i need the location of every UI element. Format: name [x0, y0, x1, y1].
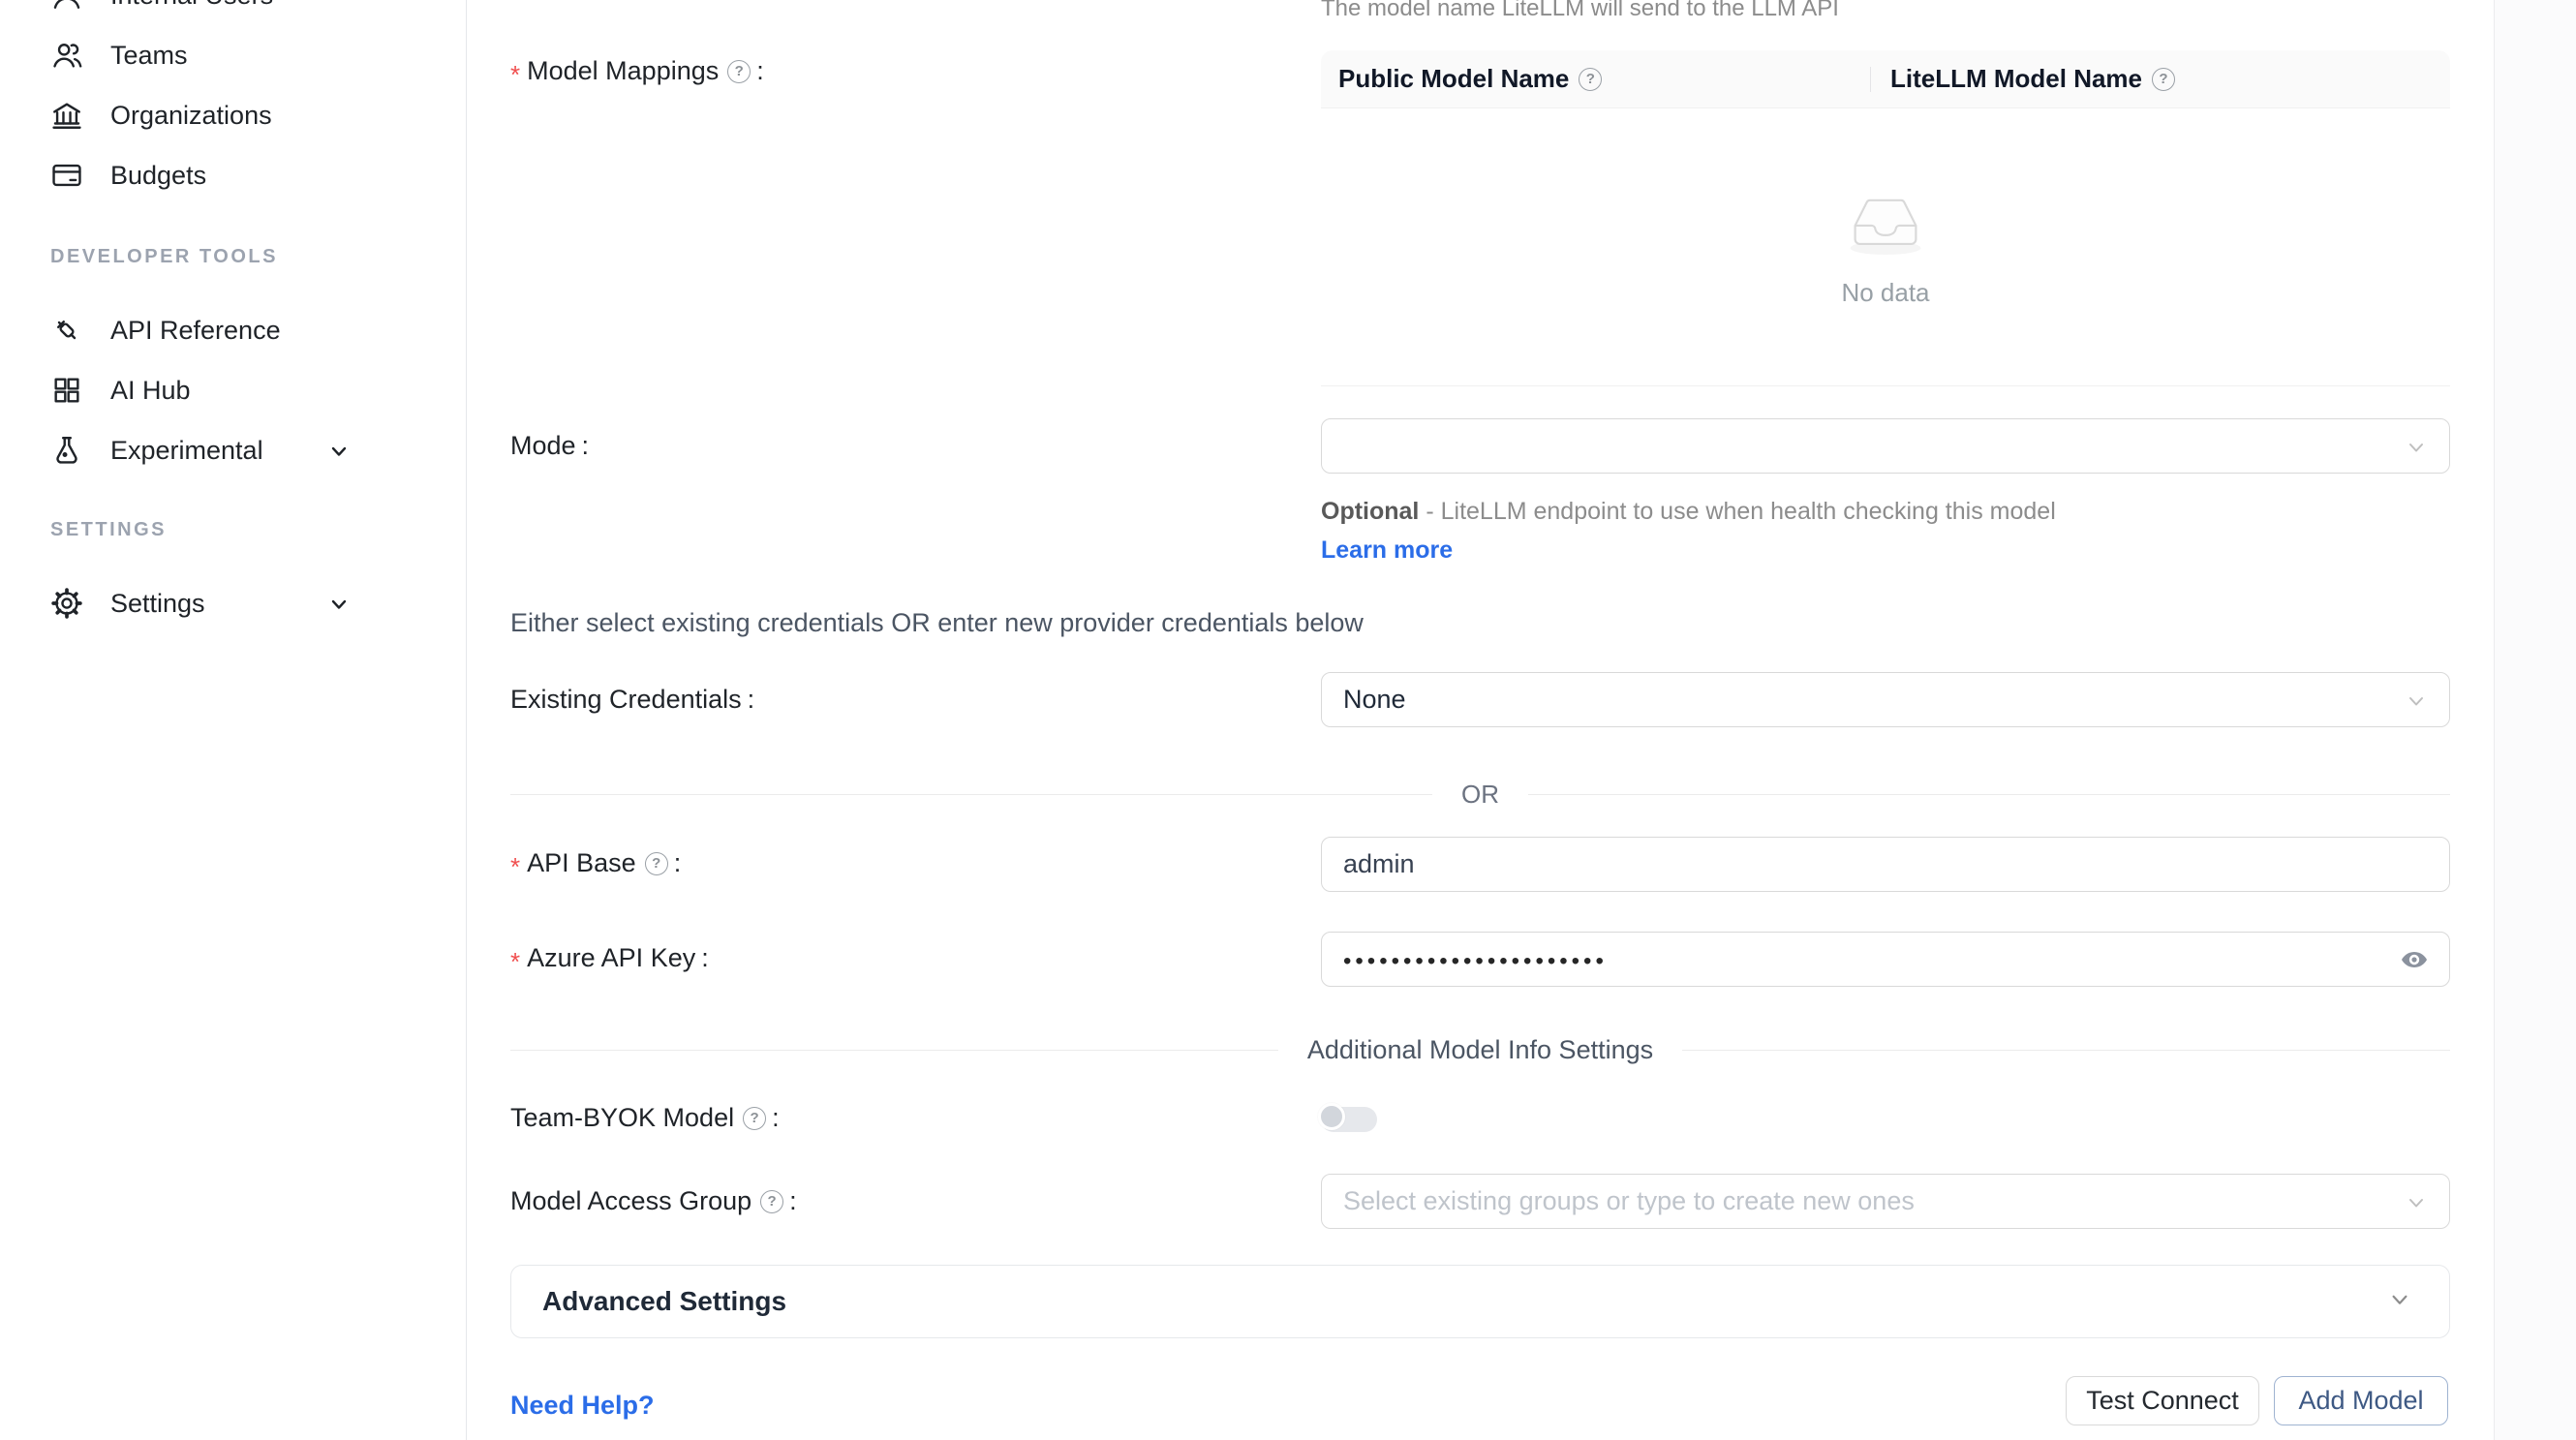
- model-mappings-table: Public Model Name ? LiteLLM Model Name ?: [1321, 50, 2450, 386]
- need-help-link[interactable]: Need Help?: [510, 1391, 655, 1421]
- sidebar-item-label: Teams: [110, 41, 188, 71]
- add-model-form: The model name LiteLLM will send to the …: [467, 0, 2576, 1440]
- model-access-group-select[interactable]: Select existing groups or type to create…: [1321, 1174, 2450, 1229]
- chevron-down-icon: [2403, 1189, 2430, 1223]
- masked-password-value: ••••••••••••••••••••••: [1343, 948, 1608, 975]
- required-marker: *: [510, 947, 520, 977]
- sidebar-item-settings[interactable]: Settings: [0, 573, 467, 633]
- sidebar-section-settings: SETTINGS: [50, 519, 167, 541]
- model-mappings-label: * Model Mappings ? :: [510, 56, 764, 86]
- api-base-label: * API Base ? :: [510, 848, 681, 878]
- chevron-down-icon: [2403, 434, 2430, 468]
- required-marker: *: [510, 852, 520, 882]
- sidebar-item-budgets[interactable]: Budgets: [0, 145, 467, 205]
- bank-icon: [50, 99, 83, 132]
- chevron-down-icon: [2385, 1285, 2414, 1319]
- user-icon: [50, 0, 83, 12]
- required-marker: *: [510, 60, 520, 90]
- mode-select[interactable]: [1321, 418, 2450, 474]
- empty-state-text: No data: [1841, 278, 1929, 308]
- mode-label: Mode :: [510, 431, 589, 461]
- chevron-down-icon: [2403, 688, 2430, 721]
- chevron-down-icon: [325, 591, 353, 623]
- existing-credentials-label: Existing Credentials :: [510, 685, 754, 715]
- table-empty-state: No data: [1321, 108, 2450, 386]
- sidebar-item-internal-users[interactable]: Internal Users: [0, 0, 467, 25]
- team-byok-toggle[interactable]: [1321, 1107, 1377, 1132]
- or-divider: OR: [510, 778, 2450, 811]
- advanced-settings-panel[interactable]: Advanced Settings: [510, 1265, 2450, 1338]
- question-circle-icon[interactable]: ?: [743, 1107, 766, 1130]
- sidebar-item-ai-hub[interactable]: AI Hub: [0, 360, 467, 420]
- sidebar-section-developer-tools: DEVELOPER TOOLS: [50, 246, 278, 268]
- sidebar-item-organizations[interactable]: Organizations: [0, 85, 467, 145]
- api-base-input[interactable]: [1321, 837, 2450, 892]
- inbox-icon: [1833, 184, 1938, 262]
- existing-credentials-select-wrap: None: [1321, 672, 2450, 727]
- experiment-flask-icon: [50, 434, 83, 467]
- column-header-public-model-name: Public Model Name ?: [1321, 64, 1870, 94]
- appstore-grid-icon: [50, 374, 83, 407]
- mode-select-wrap: [1321, 418, 2450, 474]
- sidebar-item-label: Settings: [110, 589, 205, 619]
- model-access-group-select-wrap: Select existing groups or type to create…: [1321, 1174, 2450, 1229]
- sidebar-item-label: Experimental: [110, 436, 263, 466]
- advanced-settings-label: Advanced Settings: [542, 1286, 786, 1317]
- sidebar-item-experimental[interactable]: Experimental: [0, 420, 467, 480]
- credit-card-icon: [50, 159, 83, 192]
- question-circle-icon[interactable]: ?: [2152, 68, 2175, 91]
- existing-credentials-select[interactable]: None: [1321, 672, 2450, 727]
- api-plug-icon: [50, 314, 83, 347]
- gear-icon: [50, 587, 83, 620]
- azure-api-key-input[interactable]: ••••••••••••••••••••••: [1321, 932, 2450, 987]
- sidebar-item-label: API Reference: [110, 316, 281, 346]
- sidebar: Internal Users Teams Organizations Budge…: [0, 0, 467, 1440]
- add-model-page: Internal Users Teams Organizations Budge…: [0, 0, 2576, 1440]
- toggle-knob: [1318, 1103, 1345, 1130]
- model-access-group-label: Model Access Group ? :: [510, 1186, 797, 1216]
- sidebar-item-label: AI Hub: [110, 376, 191, 406]
- question-circle-icon[interactable]: ?: [727, 60, 751, 83]
- chevron-down-icon: [325, 438, 353, 470]
- credentials-hint: Either select existing credentials OR en…: [510, 608, 1364, 638]
- add-model-button[interactable]: Add Model: [2274, 1376, 2448, 1425]
- team-byok-label: Team-BYOK Model ? :: [510, 1103, 780, 1133]
- mode-helper-text: Optional - LiteLLM endpoint to use when …: [1321, 492, 2107, 569]
- api-base-input-wrap: [1321, 837, 2450, 892]
- select-placeholder: Select existing groups or type to create…: [1343, 1186, 1915, 1216]
- team-icon: [50, 39, 83, 72]
- question-circle-icon[interactable]: ?: [645, 852, 668, 875]
- additional-model-info-divider: Additional Model Info Settings: [510, 1033, 2450, 1066]
- table-header-row: Public Model Name ? LiteLLM Model Name ?: [1321, 50, 2450, 108]
- azure-api-key-label: * Azure API Key :: [510, 943, 709, 973]
- question-circle-icon[interactable]: ?: [1579, 68, 1602, 91]
- eye-icon[interactable]: [2397, 944, 2432, 975]
- column-header-litellm-model-name: LiteLLM Model Name ?: [1871, 64, 2450, 94]
- question-circle-icon[interactable]: ?: [760, 1190, 783, 1213]
- sidebar-item-api-reference[interactable]: API Reference: [0, 300, 467, 360]
- learn-more-link[interactable]: Learn more: [1321, 536, 1453, 564]
- model-name-hint: The model name LiteLLM will send to the …: [1321, 0, 1839, 22]
- sidebar-item-teams[interactable]: Teams: [0, 25, 467, 85]
- sidebar-item-label: Budgets: [110, 161, 206, 191]
- sidebar-item-label: Internal Users: [110, 0, 273, 11]
- test-connect-button[interactable]: Test Connect: [2066, 1376, 2259, 1425]
- sidebar-item-label: Organizations: [110, 101, 272, 131]
- page-background-strip: [2494, 0, 2576, 1440]
- azure-api-key-input-wrap: ••••••••••••••••••••••: [1321, 932, 2450, 987]
